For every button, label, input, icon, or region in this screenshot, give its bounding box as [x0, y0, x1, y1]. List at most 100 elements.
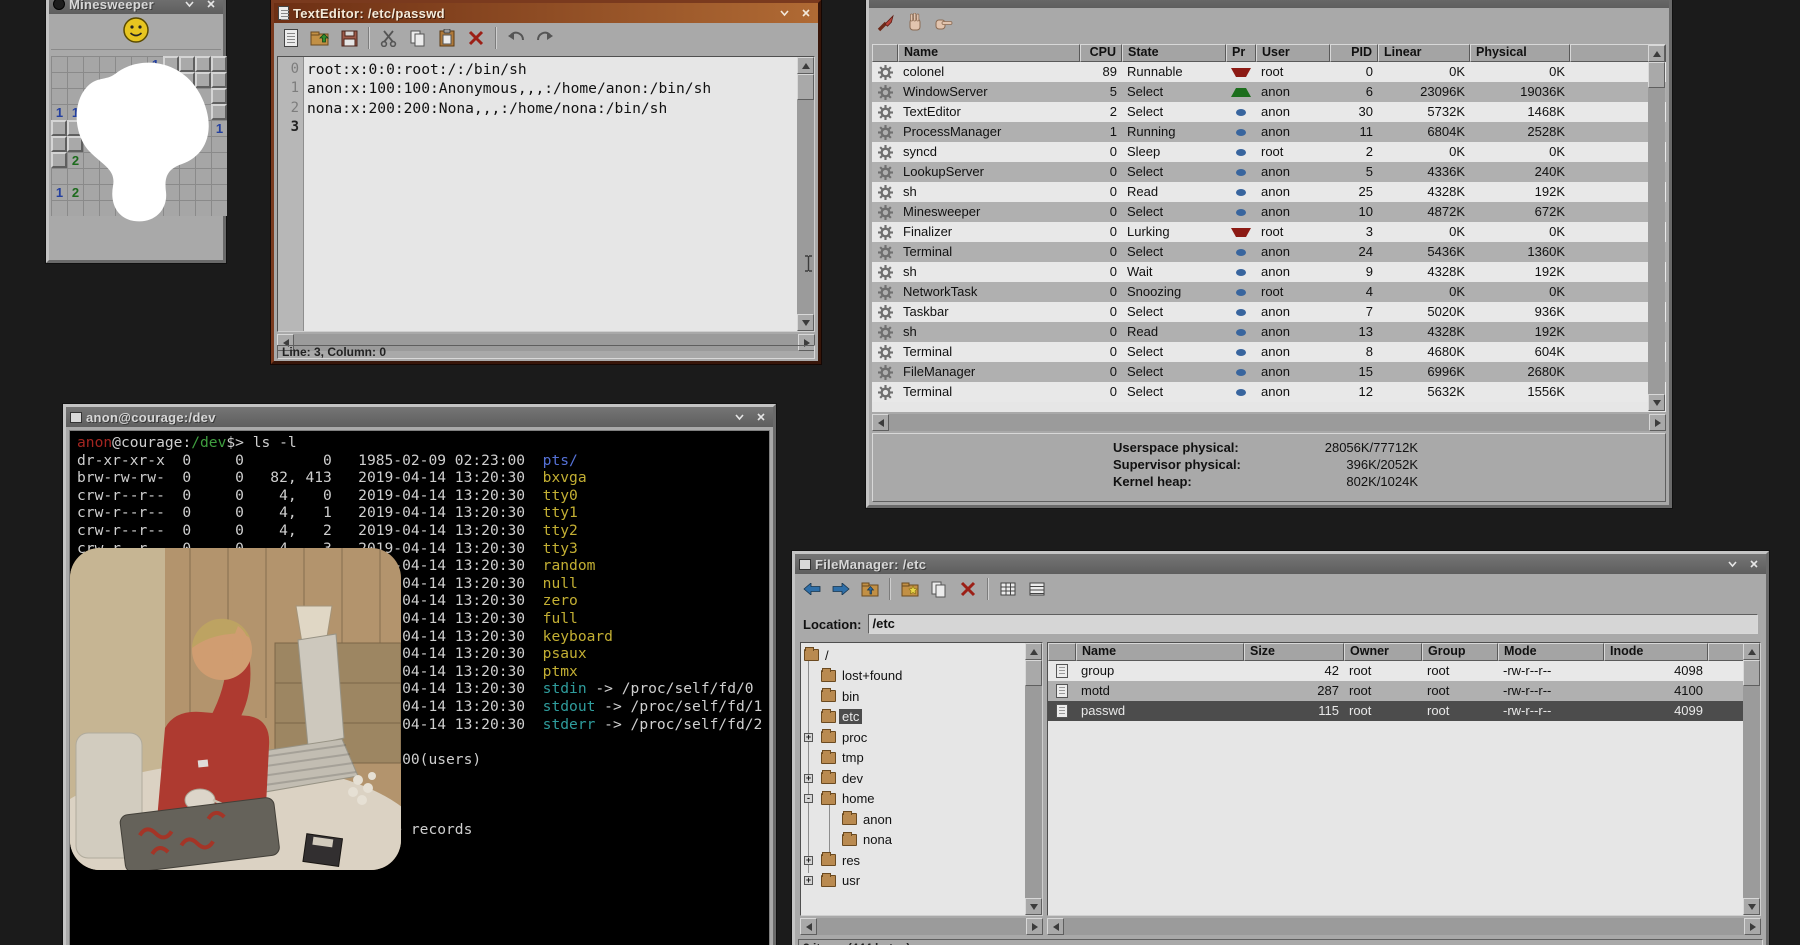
file-row[interactable]: group42rootroot-rw-r--r--4098 — [1048, 661, 1760, 681]
scroll-left-button[interactable] — [800, 918, 817, 935]
scroll-track[interactable] — [1743, 660, 1760, 898]
column-header-cpu[interactable]: CPU — [1080, 44, 1122, 62]
scroll-left-button[interactable] — [872, 414, 889, 431]
file-table-horizontal-scrollbar[interactable] — [1047, 918, 1761, 935]
process-row[interactable]: Taskbar0Selectanon75020K936K — [872, 302, 1666, 322]
process-horizontal-scrollbar[interactable] — [872, 414, 1666, 431]
scroll-thumb[interactable] — [1743, 660, 1760, 686]
tree-item-tmp[interactable]: tmp — [801, 748, 1025, 769]
column-header-user[interactable]: User — [1256, 44, 1330, 62]
open-folder-icon[interactable] — [307, 25, 333, 51]
minesweeper-titlebar[interactable]: Minesweeper — [49, 0, 223, 14]
column-header-name[interactable]: Name — [1076, 643, 1244, 661]
scroll-up-button[interactable] — [1648, 45, 1665, 62]
process-vertical-scrollbar[interactable] — [1648, 45, 1665, 411]
mine-cell[interactable] — [51, 152, 67, 168]
texteditor-textarea[interactable]: 0123 root:x:0:0:root:/:/bin/shanon:x:100… — [277, 56, 815, 332]
column-header-group[interactable]: Group — [1422, 643, 1498, 661]
smiley-face-button[interactable] — [122, 16, 150, 49]
scroll-thumb[interactable] — [1025, 660, 1042, 686]
scroll-up-button[interactable] — [1743, 643, 1760, 660]
column-header-size[interactable]: Size — [1244, 643, 1344, 661]
undo-arrow-icon[interactable] — [503, 25, 529, 51]
redo-arrow-icon[interactable] — [532, 25, 558, 51]
forward-arrow-icon[interactable] — [828, 576, 854, 602]
close-button[interactable] — [202, 0, 219, 12]
save-floppy-icon[interactable] — [336, 25, 362, 51]
column-header-pid[interactable]: PID — [1330, 44, 1378, 62]
close-button[interactable] — [752, 410, 769, 425]
column-header-physical[interactable]: Physical — [1470, 44, 1570, 62]
texteditor-titlebar[interactable]: TextEditor: /etc/passwd — [274, 3, 818, 23]
expand-plus-icon[interactable]: + — [804, 733, 813, 742]
minimize-button[interactable] — [776, 6, 793, 21]
minimize-button[interactable] — [181, 0, 198, 12]
scroll-down-button[interactable] — [797, 314, 814, 331]
scroll-down-button[interactable] — [1743, 898, 1760, 915]
file-row[interactable]: motd287rootroot-rw-r--r--4100 — [1048, 681, 1760, 701]
mine-cell[interactable] — [51, 168, 67, 184]
process-row[interactable]: NetworkTask0Snoozingroot40K0K — [872, 282, 1666, 302]
scroll-down-button[interactable] — [1648, 394, 1665, 411]
processmanager-titlebar[interactable] — [869, 0, 1669, 8]
minimize-button[interactable] — [731, 410, 748, 425]
column-header-inode[interactable]: Inode — [1604, 643, 1708, 661]
scroll-track[interactable] — [889, 414, 1649, 431]
grid-view-icon[interactable] — [995, 576, 1021, 602]
mine-cell[interactable]: 1 — [51, 104, 67, 120]
scroll-down-button[interactable] — [1025, 898, 1042, 915]
expand-plus-icon[interactable]: + — [804, 876, 813, 885]
process-row[interactable]: FileManager0Selectanon156996K2680K — [872, 362, 1666, 382]
delete-red-x-icon[interactable] — [463, 25, 489, 51]
collapse-minus-icon[interactable]: - — [804, 794, 813, 803]
stop-process-hand-icon[interactable] — [902, 10, 928, 36]
tree-item-anon[interactable]: anon — [801, 809, 1025, 830]
process-row[interactable]: LookupServer0Selectanon54336K240K — [872, 162, 1666, 182]
mine-cell[interactable] — [51, 136, 67, 152]
tree-item--[interactable]: / — [801, 645, 1025, 666]
scroll-right-button[interactable] — [1026, 918, 1043, 935]
process-row[interactable]: ProcessManager1Runninganon116804K2528K — [872, 122, 1666, 142]
process-row[interactable]: sh0Readanon254328K192K — [872, 182, 1666, 202]
scroll-right-button[interactable] — [1649, 414, 1666, 431]
scroll-left-button[interactable] — [1047, 918, 1064, 935]
scroll-up-button[interactable] — [1025, 643, 1042, 660]
process-row[interactable]: sh0Waitanon94328K192K — [872, 262, 1666, 282]
scroll-track[interactable] — [1064, 918, 1744, 935]
delete-red-x-icon[interactable] — [955, 576, 981, 602]
tree-horizontal-scrollbar[interactable] — [800, 918, 1043, 935]
close-button[interactable] — [1745, 557, 1762, 572]
new-document-icon[interactable] — [278, 25, 304, 51]
process-row[interactable]: colonel89Runnableroot00K0K — [872, 62, 1666, 82]
editor-vertical-scrollbar[interactable] — [797, 57, 814, 331]
copy-pages-icon[interactable] — [405, 25, 431, 51]
close-button[interactable] — [797, 6, 814, 21]
back-arrow-icon[interactable] — [799, 576, 825, 602]
process-row[interactable]: Minesweeper0Selectanon104872K672K — [872, 202, 1666, 222]
kill-process-knife-icon[interactable] — [873, 10, 899, 36]
mine-cell[interactable] — [51, 72, 67, 88]
filemanager-window[interactable]: FileManager: /etc — [792, 551, 1769, 945]
process-table[interactable]: Name CPU State Pr User PID Linear Physic… — [872, 44, 1666, 412]
tree-item-res[interactable]: +res — [801, 850, 1025, 871]
directory-tree-pane[interactable]: /lost+foundbinetc+proctmp+dev-homeanonno… — [800, 642, 1043, 916]
column-header-linear[interactable]: Linear — [1378, 44, 1470, 62]
tree-item-lost-found[interactable]: lost+found — [801, 666, 1025, 687]
scroll-track[interactable] — [817, 918, 1026, 935]
process-row[interactable]: syncd0Sleeproot20K0K — [872, 142, 1666, 162]
file-row[interactable]: passwd115rootroot-rw-r--r--4099 — [1048, 701, 1760, 721]
column-header-icon[interactable] — [872, 44, 898, 62]
column-header-state[interactable]: State — [1122, 44, 1226, 62]
paste-clipboard-icon[interactable] — [434, 25, 460, 51]
new-folder-icon[interactable] — [897, 576, 923, 602]
column-header-pr[interactable]: Pr — [1226, 44, 1256, 62]
location-input[interactable]: /etc — [868, 614, 1759, 634]
texteditor-window[interactable]: TextEditor: /etc/passwd — [271, 0, 821, 364]
processmanager-window[interactable]: Name CPU State Pr User PID Linear Physic… — [866, 0, 1672, 508]
process-row[interactable]: Terminal0Selectanon84680K604K — [872, 342, 1666, 362]
tree-item-proc[interactable]: +proc — [801, 727, 1025, 748]
scroll-track[interactable] — [1648, 62, 1665, 394]
scroll-track[interactable] — [1025, 660, 1042, 898]
process-row[interactable]: sh0Readanon134328K192K — [872, 322, 1666, 342]
process-row[interactable]: TextEditor2Selectanon305732K1468K — [872, 102, 1666, 122]
